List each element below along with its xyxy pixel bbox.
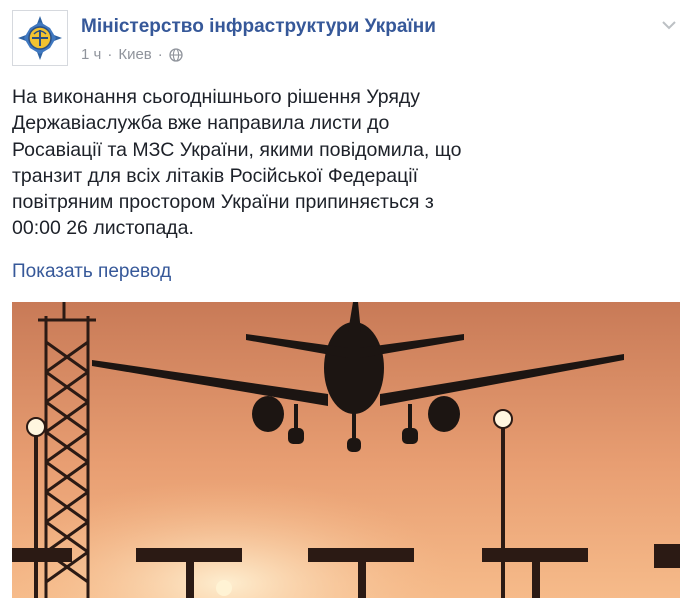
- page-avatar[interactable]: [12, 10, 68, 66]
- sun: [216, 580, 232, 596]
- post-location[interactable]: Киев: [118, 46, 151, 63]
- meta-separator: ·: [107, 46, 113, 63]
- globe-icon[interactable]: [169, 47, 183, 62]
- post-meta: 1 ч · Киев ·: [81, 46, 183, 63]
- page-name-link[interactable]: Міністерство інфраструктури України: [81, 16, 436, 38]
- meta-separator-2: ·: [157, 46, 163, 63]
- show-translation-link[interactable]: Показать перевод: [12, 261, 171, 283]
- post-header: Міністерство інфраструктури України 1 ч …: [12, 10, 684, 70]
- post-photo[interactable]: [12, 302, 680, 598]
- post-body-text: На виконання сьогоднішнього рішення Уряд…: [12, 86, 462, 240]
- ministry-emblem-icon: [18, 16, 62, 60]
- post-time[interactable]: 1 ч: [81, 46, 101, 63]
- chevron-down-icon[interactable]: [660, 16, 678, 34]
